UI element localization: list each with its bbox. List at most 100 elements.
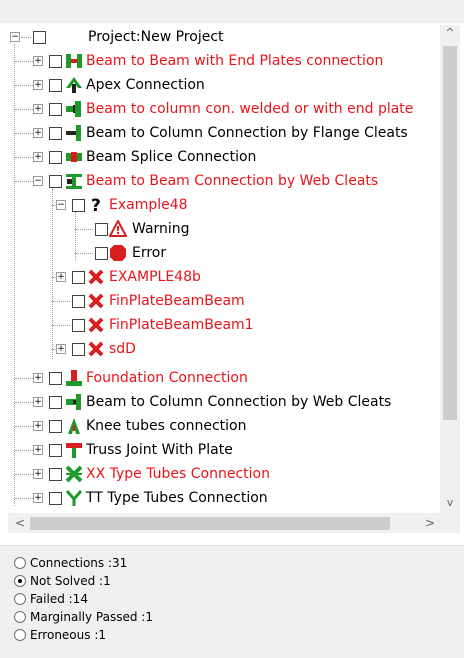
checkbox[interactable] [95, 247, 108, 260]
expand-toggle[interactable]: + [33, 80, 43, 90]
scroll-corner [440, 513, 460, 533]
radio-button[interactable] [14, 593, 26, 605]
checkbox[interactable] [95, 223, 108, 236]
scroll-right-icon[interactable]: > [420, 513, 440, 533]
checkbox[interactable] [49, 127, 62, 140]
checkbox[interactable] [72, 319, 85, 332]
horizontal-scroll-thumb[interactable] [30, 517, 390, 530]
tree-item[interactable]: + Beam to Column Connection by Flange Cl… [8, 121, 440, 145]
scroll-down-icon[interactable]: v [440, 496, 460, 509]
checkbox[interactable] [72, 295, 85, 308]
tree-item[interactable]: − Beam to Beam Connection by Web Cleats [8, 169, 440, 193]
scroll-up-icon[interactable]: ^ [440, 26, 460, 39]
tree-item[interactable]: + sdD [8, 337, 440, 361]
expand-toggle[interactable]: + [33, 56, 43, 66]
filter-option-failed[interactable]: Failed :14 [14, 590, 88, 608]
beam-column-welded-icon [66, 101, 81, 117]
filter-label: Failed :14 [30, 592, 88, 606]
expand-toggle[interactable]: + [33, 397, 43, 407]
tree-item-label: FinPlateBeamBeam [109, 293, 245, 309]
expand-toggle[interactable]: + [33, 445, 43, 455]
tree-item[interactable]: + Beam to column con. welded or with end… [8, 97, 440, 121]
checkbox[interactable] [49, 55, 62, 68]
collapse-toggle[interactable]: − [10, 32, 20, 42]
expand-toggle[interactable]: + [33, 152, 43, 162]
checkbox[interactable] [49, 103, 62, 116]
tree-item-label: Warning [132, 221, 190, 237]
checkbox[interactable] [49, 175, 62, 188]
filter-option-erroneous[interactable]: Erroneous :1 [14, 626, 106, 644]
radio-button[interactable] [14, 575, 26, 587]
tree-item-label: Truss Joint With Plate [86, 442, 233, 458]
tree-root[interactable]: − Project:New Project [8, 25, 438, 49]
knee-tubes-icon [68, 418, 80, 434]
checkbox[interactable] [72, 343, 85, 356]
tree-item[interactable]: Warning [8, 217, 440, 241]
expand-toggle[interactable]: + [33, 104, 43, 114]
tree-root-label: Project:New Project [88, 29, 224, 45]
tree-item[interactable]: Error [8, 241, 440, 265]
project-tree[interactable]: − Project:New Project + Beam to Beam wit… [8, 23, 460, 533]
filter-label: Erroneous :1 [30, 628, 106, 642]
svg-text:?: ? [91, 196, 101, 214]
tree-item[interactable]: + Beam to Column Connection by Web Cleat… [8, 390, 440, 414]
filter-label: Not Solved :1 [30, 574, 111, 588]
checkbox[interactable] [49, 396, 62, 409]
expand-toggle[interactable]: + [33, 493, 43, 503]
tree-item-label: Beam to column con. welded or with end p… [86, 101, 414, 117]
radio-button[interactable] [14, 557, 26, 569]
expand-toggle[interactable]: + [33, 469, 43, 479]
tree-item-label: Error [132, 245, 167, 261]
tree-item-label: Beam to Beam Connection by Web Cleats [86, 173, 379, 189]
filter-option-connections[interactable]: Connections :31 [14, 554, 128, 572]
filter-option-marginally-passed[interactable]: Marginally Passed :1 [14, 608, 153, 626]
tree-item-label: XX Type Tubes Connection [86, 466, 270, 482]
tree-item[interactable]: + EXAMPLE48b [8, 265, 440, 289]
tree-item[interactable]: + Foundation Connection [8, 366, 440, 390]
filter-option-not-solved[interactable]: Not Solved :1 [14, 572, 111, 590]
checkbox[interactable] [49, 79, 62, 92]
checkbox[interactable] [49, 492, 62, 505]
red-x-icon [88, 269, 104, 285]
tree-item[interactable]: + Apex Connection [8, 73, 440, 97]
radio-button[interactable] [14, 629, 26, 641]
expand-toggle[interactable]: + [56, 344, 66, 354]
collapse-toggle[interactable]: − [56, 200, 66, 210]
checkbox[interactable] [72, 271, 85, 284]
tree-item-label: Example48 [109, 197, 188, 213]
tree-item[interactable]: + Beam Splice Connection [8, 145, 440, 169]
tree-item-label: sdD [109, 341, 136, 357]
vertical-scroll-thumb[interactable] [443, 46, 457, 420]
checkbox[interactable] [49, 151, 62, 164]
error-icon [110, 245, 126, 261]
xx-tubes-icon [65, 465, 83, 483]
checkbox[interactable] [49, 420, 62, 433]
checkbox[interactable] [72, 199, 85, 212]
checkbox[interactable] [49, 468, 62, 481]
tree-item[interactable]: FinPlateBeamBeam [8, 289, 440, 313]
beam-splice-icon [66, 152, 82, 162]
tree-item[interactable]: + TT Type Tubes Connection [8, 486, 440, 510]
tt-tubes-icon [65, 490, 83, 506]
tree-item[interactable]: + XX Type Tubes Connection [8, 462, 440, 486]
tree-item[interactable]: FinPlateBeamBeam1 [8, 313, 440, 337]
expand-toggle[interactable]: + [33, 421, 43, 431]
tree-item-label: TT Type Tubes Connection [86, 490, 268, 506]
checkbox[interactable] [49, 372, 62, 385]
collapse-toggle[interactable]: − [33, 176, 43, 186]
scroll-left-icon[interactable]: < [10, 513, 30, 533]
beam-end-plates-icon [66, 54, 82, 68]
checkbox[interactable] [49, 444, 62, 457]
expand-toggle[interactable]: + [33, 128, 43, 138]
radio-button[interactable] [14, 611, 26, 623]
expand-toggle[interactable]: + [56, 272, 66, 282]
flange-cleats-icon [66, 125, 81, 141]
tree-item[interactable]: + Beam to Beam with End Plates connectio… [8, 49, 440, 73]
filter-label: Connections :31 [30, 556, 128, 570]
tree-item[interactable]: − ? Example48 [8, 193, 440, 217]
tree-item[interactable]: + Truss Joint With Plate [8, 438, 440, 462]
checkbox[interactable] [33, 31, 46, 44]
expand-toggle[interactable]: + [33, 373, 43, 383]
tree-item-label: Apex Connection [86, 77, 205, 93]
tree-item[interactable]: + Knee tubes connection [8, 414, 440, 438]
